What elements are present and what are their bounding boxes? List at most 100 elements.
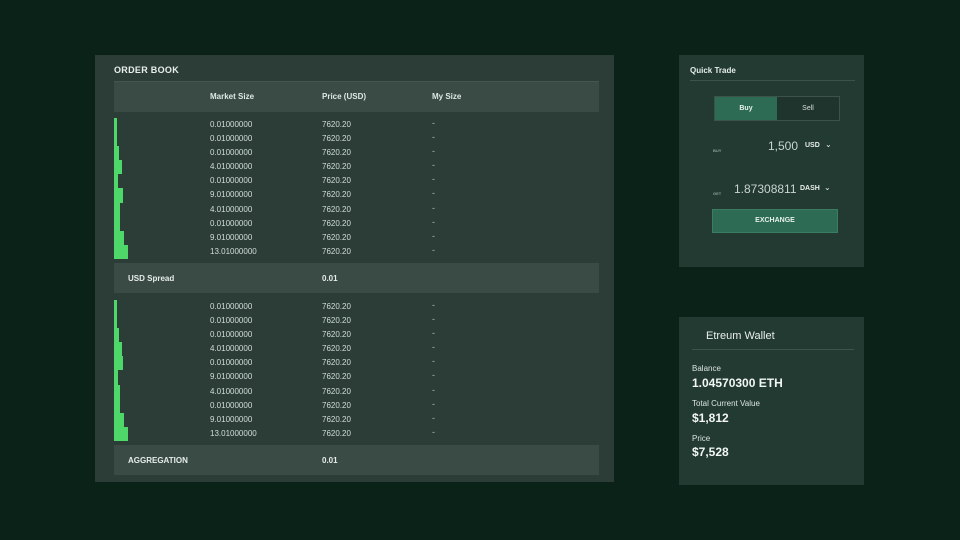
ask-row[interactable]: 0.01000000 7620.20 - [114, 118, 599, 133]
depth-bar [114, 160, 122, 175]
bid-row[interactable]: 0.01000000 7620.20 - [114, 398, 599, 413]
price-header[interactable]: Price (USD) [322, 92, 366, 101]
order-book-panel: ORDER BOOK Market Size Price (USD) My Si… [95, 55, 614, 482]
my-size: - [432, 370, 435, 381]
my-size: - [432, 118, 435, 128]
my-size: - [432, 132, 435, 143]
my-size: - [432, 356, 435, 367]
depth-bar [114, 230, 124, 245]
market-size: 13.01000000 [210, 246, 257, 256]
price: 7620.20 [322, 358, 351, 368]
price: 7620.20 [322, 190, 351, 200]
market-size: 0.01000000 [210, 330, 253, 340]
price: 7620.20 [322, 372, 351, 382]
market-size: 9.01000000 [210, 372, 253, 382]
price-value: $7,528 [692, 445, 729, 459]
bid-row[interactable]: 4.01000000 7620.20 - [114, 384, 599, 399]
buy-amount-input[interactable]: 1,500 [768, 139, 798, 153]
aggregation-value[interactable]: 0.01 [322, 456, 338, 465]
market-size: 4.01000000 [210, 162, 253, 172]
buy-tag: BUY [713, 148, 722, 153]
sell-tab[interactable]: Sell [777, 97, 839, 120]
get-tag: GET [713, 191, 722, 196]
spread-value: 0.01 [322, 274, 338, 283]
price: 7620.20 [322, 204, 351, 214]
market-size: 0.01000000 [210, 134, 253, 144]
my-size: - [432, 230, 435, 241]
ask-row[interactable]: 9.01000000 7620.20 - [114, 230, 599, 245]
market-size: 0.01000000 [210, 400, 253, 410]
market-size: 4.01000000 [210, 344, 253, 354]
bid-row[interactable]: 9.01000000 7620.20 - [114, 412, 599, 427]
order-book-title: ORDER BOOK [114, 65, 180, 75]
market-size: 4.01000000 [210, 386, 253, 396]
market-size: 4.01000000 [210, 204, 253, 214]
aggregation-label: AGGREGATION [128, 456, 188, 465]
get-amount-input[interactable]: 1.87308811 [734, 182, 797, 196]
total-value-label: Total Current Value [692, 399, 760, 408]
ask-row[interactable]: 9.01000000 7620.20 - [114, 188, 599, 203]
my-size: - [432, 216, 435, 227]
market-size: 0.01000000 [210, 218, 253, 228]
quick-trade-divider [690, 80, 855, 81]
market-size: 0.01000000 [210, 358, 253, 368]
my-size: - [432, 160, 435, 171]
bid-row[interactable]: 0.01000000 7620.20 - [114, 356, 599, 371]
depth-bar [114, 426, 128, 441]
price: 7620.20 [322, 414, 351, 424]
depth-bar [114, 188, 123, 203]
my-size: - [432, 244, 435, 255]
market-size-header[interactable]: Market Size [210, 92, 254, 101]
quick-trade-title: Quick Trade [690, 66, 736, 75]
bid-row[interactable]: 0.01000000 7620.20 - [114, 328, 599, 343]
price: 7620.20 [322, 246, 351, 256]
depth-bar [114, 216, 120, 231]
wallet-title: Etreum Wallet [706, 330, 775, 342]
buy-tab[interactable]: Buy [715, 97, 777, 120]
get-amount-field[interactable]: GET 1.87308811 DASH ⌄ [713, 182, 839, 200]
depth-bar [114, 118, 117, 133]
my-size-header[interactable]: My Size [432, 92, 461, 101]
buy-amount-field[interactable]: BUY 1,500 USD ⌄ [713, 139, 839, 157]
depth-bar [114, 356, 123, 371]
ask-row[interactable]: 0.01000000 7620.20 - [114, 146, 599, 161]
price: 7620.20 [322, 134, 351, 144]
exchange-button[interactable]: EXCHANGE [712, 209, 838, 233]
my-size: - [432, 342, 435, 353]
my-size: - [432, 300, 435, 310]
ask-row[interactable]: 0.01000000 7620.20 - [114, 132, 599, 147]
price: 7620.20 [322, 316, 351, 326]
depth-bar [114, 244, 128, 259]
bid-row[interactable]: 9.01000000 7620.20 - [114, 370, 599, 385]
market-size: 0.01000000 [210, 316, 253, 326]
market-size: 9.01000000 [210, 190, 253, 200]
market-size: 9.01000000 [210, 414, 253, 424]
bid-row[interactable]: 4.01000000 7620.20 - [114, 342, 599, 357]
bid-row[interactable]: 0.01000000 7620.20 - [114, 314, 599, 329]
ask-row[interactable]: 13.01000000 7620.20 - [114, 244, 599, 259]
price: 7620.20 [322, 232, 351, 242]
price: 7620.20 [322, 428, 351, 438]
chevron-down-icon[interactable]: ⌄ [824, 183, 831, 192]
my-size: - [432, 398, 435, 409]
price: 7620.20 [322, 218, 351, 228]
wallet-panel: Etreum Wallet Balance 1.04570300 ETH Tot… [679, 317, 864, 485]
buy-currency-select[interactable]: USD [805, 142, 820, 149]
price: 7620.20 [322, 302, 351, 311]
ask-row[interactable]: 4.01000000 7620.20 - [114, 160, 599, 175]
ask-row[interactable]: 0.01000000 7620.20 - [114, 216, 599, 231]
my-size: - [432, 202, 435, 213]
aggregation-row[interactable]: AGGREGATION 0.01 [114, 445, 599, 475]
bid-row[interactable]: 0.01000000 7620.20 - [114, 300, 599, 315]
ask-row[interactable]: 4.01000000 7620.20 - [114, 202, 599, 217]
get-currency-select[interactable]: DASH [800, 185, 820, 192]
depth-bar [114, 202, 120, 217]
chevron-down-icon[interactable]: ⌄ [825, 140, 832, 149]
my-size: - [432, 384, 435, 395]
my-size: - [432, 412, 435, 423]
depth-bar [114, 342, 122, 357]
balance-label: Balance [692, 364, 721, 373]
bid-row[interactable]: 13.01000000 7620.20 - [114, 426, 599, 441]
ask-row[interactable]: 0.01000000 7620.20 - [114, 174, 599, 189]
spread-label: USD Spread [128, 274, 175, 283]
